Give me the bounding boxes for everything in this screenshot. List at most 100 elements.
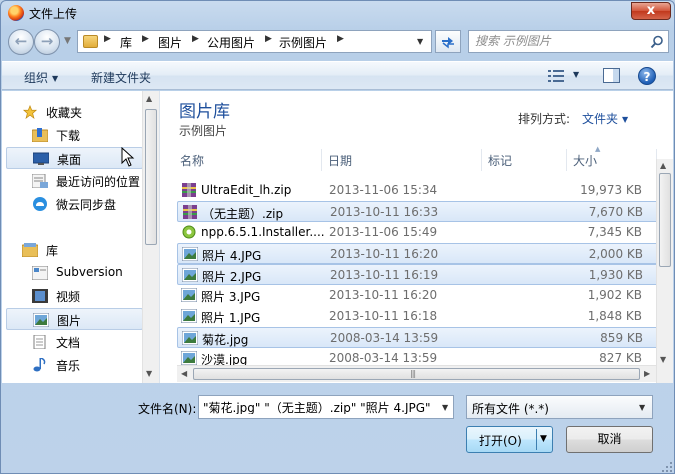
cancel-button[interactable]: 取消 [566, 426, 653, 453]
sidebar-item-label: 桌面 [57, 153, 82, 167]
scrollbar-thumb[interactable] [145, 109, 157, 245]
scrollbar-thumb[interactable]: ||| [193, 368, 640, 380]
sidebar-item-videos[interactable]: 视频 [6, 285, 143, 307]
breadcrumb-pictures[interactable]: 图片 [158, 34, 182, 51]
search-box[interactable] [468, 30, 669, 53]
file-row[interactable]: UltraEdit_lh.zip 2013-11-06 15:34 19,973 K… [177, 180, 658, 201]
command-bar: 组织 ▼ 新建文件夹 ▼ ? [2, 61, 673, 90]
forward-button[interactable]: → [34, 29, 60, 55]
chevron-right-icon[interactable]: ▶ [104, 34, 111, 44]
open-dropdown-icon[interactable]: ▼ [540, 434, 547, 444]
file-size: 2,000 KB [588, 247, 643, 261]
close-button[interactable]: x [631, 2, 671, 20]
column-header-tags[interactable]: 标记 [482, 149, 567, 171]
file-date: 2013-10-11 16:18 [329, 309, 438, 323]
scroll-down-icon[interactable]: ▼ [146, 369, 152, 378]
file-type-select[interactable]: 所有文件 (*.*) ▼ [466, 395, 653, 419]
sidebar-item-favorites[interactable]: 收藏夹 [6, 101, 143, 123]
back-button[interactable]: ← [8, 29, 34, 55]
breadcrumb-library[interactable]: 库 [120, 34, 132, 51]
file-row[interactable]: 照片 1.JPG 2013-10-11 16:18 1,848 KB [177, 306, 658, 327]
cloud-sync-icon [33, 197, 47, 211]
sidebar-item-libraries[interactable]: 库 [6, 239, 143, 261]
resize-grip-icon[interactable] [661, 461, 673, 473]
title-bar: 文件上传 x [1, 1, 674, 25]
file-type-value: 所有文件 (*.*) [472, 402, 549, 416]
arrange-by-dropdown[interactable]: 文件夹 ▼ [582, 110, 628, 127]
sidebar-item-label: 收藏夹 [46, 106, 83, 120]
view-dropdown-icon[interactable]: ▼ [573, 70, 579, 79]
search-input[interactable] [475, 34, 645, 48]
search-icon[interactable] [650, 35, 664, 49]
open-button[interactable]: 打开(O) ▼ [466, 426, 553, 453]
chevron-right-icon[interactable]: ▶ [142, 34, 149, 44]
scroll-up-icon[interactable]: ▲ [146, 94, 152, 103]
chevron-down-icon: ▼ [622, 115, 629, 124]
column-header-name[interactable]: 名称 [174, 149, 322, 171]
firefox-icon [8, 5, 24, 21]
column-header-date[interactable]: 日期 [322, 149, 482, 171]
file-list-vertical-scrollbar[interactable]: ▲ ▼ [656, 159, 673, 383]
sidebar-item-label: 视频 [56, 290, 81, 304]
chevron-down-icon: ▼ [639, 403, 646, 412]
sidebar-item-documents[interactable]: 文档 [6, 331, 143, 353]
file-row[interactable]: 菊花.jpg 2008-03-14 13:59 859 KB [177, 327, 658, 348]
scroll-right-icon[interactable]: ▶ [644, 369, 650, 378]
image-file-icon [181, 351, 197, 365]
chevron-right-icon[interactable]: ▶ [265, 34, 272, 44]
sidebar-item-cloud-sync[interactable]: 微云同步盘 [6, 193, 143, 215]
recent-places-icon [32, 174, 48, 188]
file-size: 1,902 KB [587, 288, 642, 302]
file-name: 照片 1.JPG [201, 311, 261, 325]
recent-pages-dropdown[interactable]: ▼ [64, 36, 71, 46]
sidebar-item-downloads[interactable]: 下载 [6, 124, 143, 146]
file-row[interactable]: （无主题）.zip 2013-10-11 16:33 7,670 KB [177, 201, 658, 222]
new-folder-button[interactable]: 新建文件夹 [91, 69, 151, 86]
chevron-down-icon[interactable]: ▼ [442, 403, 448, 412]
sidebar-item-label: 库 [46, 244, 59, 258]
file-date: 2013-10-11 16:19 [330, 268, 439, 282]
scrollbar-thumb[interactable] [659, 173, 671, 267]
video-icon [32, 289, 48, 303]
navigation-bar: ← → ▼ ▶ 库 ▶ 图片 ▶ 公用图片 ▶ 示例图片 ▶ ▼ [1, 27, 674, 57]
address-bar[interactable]: ▶ 库 ▶ 图片 ▶ 公用图片 ▶ 示例图片 ▶ ▼ [77, 30, 432, 53]
content-area: 收藏夹 下载 桌面 最近访问的位置 微云同步盘 库 Subversion 视频 … [2, 91, 673, 383]
file-list-horizontal-scrollbar[interactable]: ◀ ||| ▶ [177, 365, 656, 382]
file-size: 1,848 KB [587, 309, 642, 323]
sidebar-item-music[interactable]: 音乐 [6, 354, 143, 376]
sidebar-item-label: 微云同步盘 [56, 198, 117, 212]
file-name-input[interactable] [203, 400, 433, 414]
scroll-down-icon[interactable]: ▼ [660, 355, 666, 364]
image-file-icon [181, 309, 197, 323]
file-name: （无主题）.zip [202, 207, 284, 221]
help-icon[interactable]: ? [638, 67, 656, 85]
file-row[interactable]: npp.6.5.1.Installer.... 2013-11-06 15:49 7… [177, 222, 658, 243]
file-row[interactable]: 照片 4.JPG 2013-10-11 16:20 2,000 KB [177, 243, 658, 264]
scroll-up-icon[interactable]: ▲ [660, 161, 666, 170]
breadcrumb-public-pictures[interactable]: 公用图片 [207, 34, 255, 51]
archive-icon [183, 205, 197, 219]
chevron-right-icon[interactable]: ▶ [192, 34, 199, 44]
installer-icon [182, 225, 196, 239]
file-row[interactable]: 照片 3.JPG 2013-10-11 16:20 1,902 KB [177, 285, 658, 306]
navigation-pane-scrollbar[interactable]: ▲ ▼ [142, 91, 159, 383]
file-row[interactable]: 照片 2.JPG 2013-10-11 16:19 1,930 KB [177, 264, 658, 285]
desktop-icon [33, 152, 49, 165]
refresh-button[interactable] [435, 30, 461, 53]
column-header-size[interactable]: 大小 [567, 149, 657, 171]
breadcrumb-sample-pictures[interactable]: 示例图片 [279, 34, 327, 51]
file-name-combobox[interactable]: ▼ [198, 395, 454, 419]
preview-pane-icon[interactable] [603, 68, 620, 83]
file-name: UltraEdit_lh.zip [201, 183, 292, 197]
sidebar-item-pictures[interactable]: 图片 [6, 308, 143, 330]
navigation-pane: 收藏夹 下载 桌面 最近访问的位置 微云同步盘 库 Subversion 视频 … [2, 91, 160, 383]
view-options-icon[interactable] [548, 70, 564, 82]
sidebar-item-recent-places[interactable]: 最近访问的位置 [6, 170, 143, 192]
address-dropdown-icon[interactable]: ▼ [417, 37, 423, 46]
scroll-left-icon[interactable]: ◀ [181, 369, 187, 378]
chevron-right-icon[interactable]: ▶ [337, 34, 344, 44]
music-icon [33, 358, 46, 372]
organize-button[interactable]: 组织 ▼ [24, 69, 58, 86]
file-name: 菊花.jpg [202, 333, 249, 347]
sidebar-item-subversion[interactable]: Subversion [6, 262, 143, 284]
